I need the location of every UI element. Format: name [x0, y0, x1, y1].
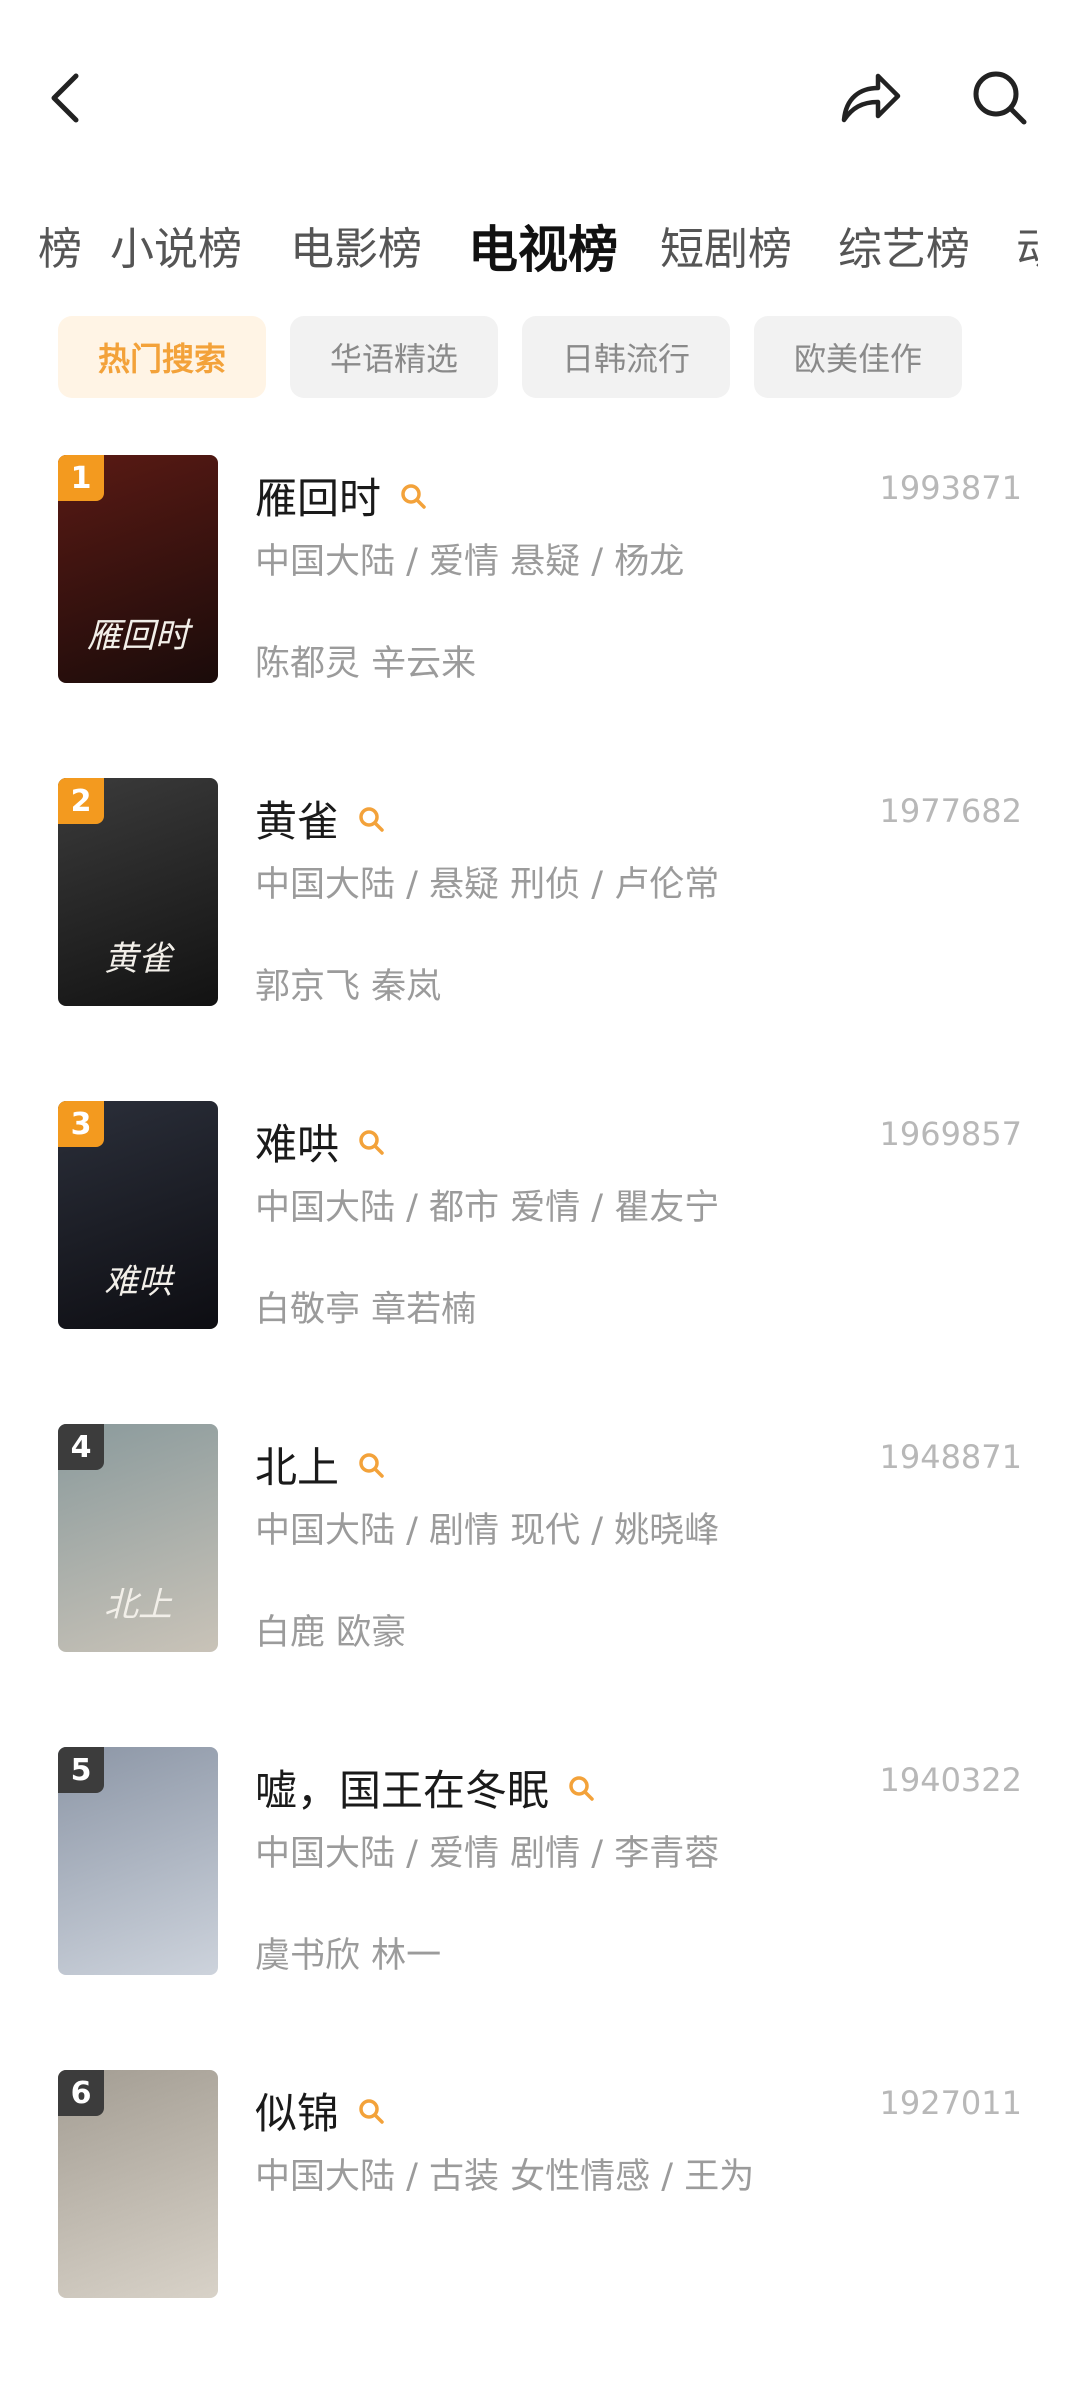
- share-arrow-icon: [841, 73, 901, 123]
- show-actors: 白鹿 欧豪: [255, 1613, 407, 1653]
- hot-score: 1940322: [879, 1761, 1022, 1799]
- show-actors: 郭京飞 秦岚: [255, 967, 442, 1007]
- hot-score: 1948871: [879, 1438, 1022, 1476]
- rank-badge: 4: [58, 1424, 104, 1470]
- list-item[interactable]: 黄雀 2 黄雀 1977682 中国大陆 / 悬疑 刑侦 / 卢伦常 郭京飞 秦岚: [0, 778, 1080, 1101]
- list-item[interactable]: 6 似锦 1927011 中国大陆 / 古装 女性情感 / 王为: [0, 2070, 1080, 2393]
- show-meta: 中国大陆 / 爱情 剧情 / 李青蓉: [255, 1834, 720, 1874]
- show-actors: 虞书欣 林一: [255, 1936, 442, 1976]
- rank-badge: 6: [58, 2070, 104, 2116]
- poster-title-art: 雁回时: [87, 616, 189, 656]
- share-button[interactable]: [830, 62, 910, 134]
- title-row: 北上: [255, 1434, 385, 1495]
- poster-title-art: 难哄: [104, 1262, 172, 1302]
- poster-image[interactable]: 6: [58, 2070, 218, 2298]
- poster-image[interactable]: 5: [58, 1747, 218, 1975]
- search-icon: [973, 71, 1027, 125]
- rank-badge: 2: [58, 778, 104, 824]
- poster-title-art: 黄雀: [104, 939, 172, 979]
- tab-partial-right[interactable]: 动: [1016, 210, 1038, 290]
- show-title[interactable]: 黄雀: [255, 788, 339, 849]
- search-icon[interactable]: [357, 2097, 385, 2125]
- show-title[interactable]: 似锦: [255, 2080, 339, 2141]
- show-meta: 中国大陆 / 古装 女性情感 / 王为: [255, 2157, 755, 2197]
- tab-movie[interactable]: 电影榜: [290, 210, 422, 290]
- chip-western-works[interactable]: 欧美佳作: [754, 316, 962, 398]
- poster-title-art: 北上: [104, 1585, 172, 1625]
- search-icon[interactable]: [399, 482, 427, 510]
- search-icon[interactable]: [357, 1451, 385, 1479]
- show-title[interactable]: 难哄: [255, 1111, 339, 1172]
- rank-badge: 5: [58, 1747, 104, 1793]
- hot-score: 1977682: [879, 792, 1022, 830]
- rank-badge: 1: [58, 455, 104, 501]
- list-item[interactable]: 5 嘘，国王在冬眠 1940322 中国大陆 / 爱情 剧情 / 李青蓉 虞书欣 林一: [0, 1747, 1080, 2070]
- rank-badge: 3: [58, 1101, 104, 1147]
- list-item[interactable]: 难哄 3 难哄 1969857 中国大陆 / 都市 爱情 / 瞿友宁 白敬亭 章若楠: [0, 1101, 1080, 1424]
- back-button[interactable]: [36, 62, 96, 134]
- show-meta: 中国大陆 / 剧情 现代 / 姚晓峰: [255, 1511, 720, 1551]
- top-bar: [0, 0, 1080, 190]
- title-row: 似锦: [255, 2080, 385, 2141]
- category-tabs: 榜 小说榜 电影榜 电视榜 短剧榜 综艺榜 动: [0, 210, 1080, 290]
- show-meta: 中国大陆 / 都市 爱情 / 瞿友宁: [255, 1188, 720, 1228]
- show-meta: 中国大陆 / 悬疑 刑侦 / 卢伦常: [255, 865, 720, 905]
- search-icon[interactable]: [567, 1774, 595, 1802]
- show-title[interactable]: 雁回时: [255, 465, 381, 526]
- title-row: 嘘，国王在冬眠: [255, 1757, 595, 1818]
- tab-partial-left[interactable]: 榜: [38, 210, 82, 290]
- tab-tv[interactable]: 电视榜: [468, 210, 618, 290]
- chevron-left-icon: [51, 73, 79, 123]
- chip-jk-trending[interactable]: 日韩流行: [522, 316, 730, 398]
- tab-variety[interactable]: 综艺榜: [838, 210, 970, 290]
- list-item[interactable]: 北上 4 北上 1948871 中国大陆 / 剧情 现代 / 姚晓峰 白鹿 欧豪: [0, 1424, 1080, 1747]
- show-actors: 陈都灵 辛云来: [255, 644, 477, 684]
- tab-novel[interactable]: 小说榜: [110, 210, 242, 290]
- poster-image[interactable]: 黄雀 2: [58, 778, 218, 1006]
- poster-image[interactable]: 难哄 3: [58, 1101, 218, 1329]
- show-title[interactable]: 嘘，国王在冬眠: [255, 1757, 549, 1818]
- title-row: 黄雀: [255, 788, 385, 849]
- chip-chinese-picks[interactable]: 华语精选: [290, 316, 498, 398]
- hot-score: 1969857: [879, 1115, 1022, 1153]
- chip-hot-search[interactable]: 热门搜索: [58, 316, 266, 398]
- search-icon[interactable]: [357, 1128, 385, 1156]
- title-row: 雁回时: [255, 465, 427, 526]
- show-actors: 白敬亭 章若楠: [255, 1290, 477, 1330]
- hot-score: 1927011: [879, 2084, 1022, 2122]
- title-row: 难哄: [255, 1111, 385, 1172]
- search-button[interactable]: [960, 62, 1040, 134]
- poster-image[interactable]: 北上 4: [58, 1424, 218, 1652]
- tab-short-drama[interactable]: 短剧榜: [660, 210, 792, 290]
- search-icon[interactable]: [357, 805, 385, 833]
- list-item[interactable]: 雁回时 1 雁回时 1993871 中国大陆 / 爱情 悬疑 / 杨龙 陈都灵 辛云来: [0, 455, 1080, 778]
- filter-chips: 热门搜索 华语精选 日韩流行 欧美佳作: [58, 316, 962, 398]
- show-meta: 中国大陆 / 爱情 悬疑 / 杨龙: [255, 542, 685, 582]
- poster-image[interactable]: 雁回时 1: [58, 455, 218, 683]
- hot-score: 1993871: [879, 469, 1022, 507]
- show-title[interactable]: 北上: [255, 1434, 339, 1495]
